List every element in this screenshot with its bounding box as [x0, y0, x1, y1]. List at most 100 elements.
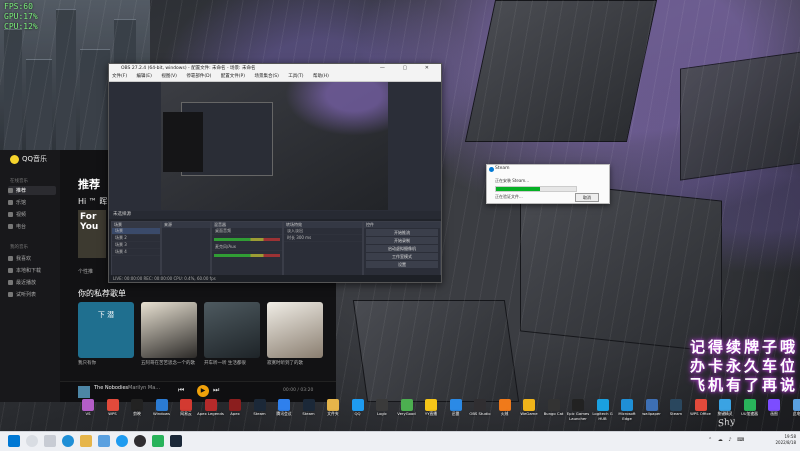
playlist-card[interactable]: [267, 302, 323, 358]
scene-item[interactable]: 场景 3: [112, 242, 160, 249]
scene-item[interactable]: 场景 2: [112, 235, 160, 242]
taskview-icon[interactable]: [44, 435, 56, 447]
steam-icon: [489, 167, 494, 172]
taskbar: ⌃ ☁ ♪ ⌨ 19:58 2022/8/18: [0, 431, 800, 451]
start-recording-button[interactable]: 开始录制: [366, 237, 438, 244]
play-button[interactable]: ▶: [197, 385, 209, 397]
app-icon: [744, 399, 756, 411]
menu-view[interactable]: 视图(V): [161, 74, 177, 79]
for-you-card[interactable]: For You: [78, 210, 106, 258]
playlist-card[interactable]: [204, 302, 260, 358]
obs-preview[interactable]: [161, 82, 388, 210]
scene-item[interactable]: 场景: [112, 228, 160, 235]
playlist-caption: 开车听一听 生活都很: [204, 361, 266, 367]
artist-name[interactable]: Marilyn Ma...: [128, 385, 160, 391]
menu-edit[interactable]: 编辑(E): [137, 74, 152, 79]
sources-dock: 来源: [161, 221, 211, 279]
explorer-icon[interactable]: [80, 435, 92, 447]
qq-icon[interactable]: [116, 435, 128, 447]
app-icon: [131, 399, 143, 411]
audio-meter[interactable]: [214, 254, 280, 257]
virtual-camera-button[interactable]: 启动虚拟摄像机: [366, 245, 438, 252]
transition-select[interactable]: 淡入淡出: [284, 228, 362, 235]
obs-icon[interactable]: [134, 435, 146, 447]
video-icon: [8, 212, 13, 217]
menu-tools[interactable]: 工具(T): [288, 74, 303, 79]
sidebar-item-local[interactable]: 本地和下载: [8, 266, 56, 275]
mixer-channel: 桌面音频: [212, 228, 282, 235]
edge-icon[interactable]: [62, 435, 74, 447]
prev-icon[interactable]: ⏮: [178, 386, 186, 395]
song-title[interactable]: The Nobodies: [94, 385, 128, 391]
scene-item[interactable]: 场景 4: [112, 249, 160, 256]
app-icon: [401, 399, 413, 411]
app-icon: [768, 399, 780, 411]
desktop-icon-label: OBS Studio: [469, 411, 490, 416]
install-dialog[interactable]: Steam 正在安装 Steam... 正在验证文件... 取消: [486, 164, 610, 204]
cancel-button[interactable]: 取消: [575, 193, 599, 202]
window-controls[interactable]: — ▢ ✕: [380, 64, 437, 73]
app-icon: [499, 399, 511, 411]
desktop-icon-label: Bungo Cat: [544, 411, 564, 416]
next-icon[interactable]: ⏭: [213, 386, 221, 395]
app-icon: [719, 399, 731, 411]
desktop-icon[interactable]: 此电脑: [785, 399, 800, 417]
app-icon: [303, 399, 315, 411]
obs-title-bar: OBS 27.2.4 (64-bit, windows) - 配置文件: 未命名…: [109, 64, 441, 73]
app-icon: [548, 399, 560, 411]
transitions-dock: 转场特效 淡入淡出 时长 300 ms: [283, 221, 363, 279]
obs-window[interactable]: OBS 27.2.4 (64-bit, windows) - 配置文件: 未命名…: [108, 63, 442, 283]
radio-icon: [8, 224, 13, 229]
install-progress-bar: [495, 186, 577, 192]
sidebar-item-trial[interactable]: 试听列表: [8, 290, 56, 299]
qq-section-label: 在线音乐: [10, 178, 28, 184]
desktop-icon-label: WPS Office: [690, 411, 711, 416]
desktop-icon-label: Apex: [230, 411, 240, 416]
menu-scene-collection[interactable]: 场景集合(S): [254, 74, 278, 79]
playlist-card[interactable]: [141, 302, 197, 358]
clock[interactable]: 19:58 2022/8/18: [775, 434, 796, 446]
album-cover[interactable]: [78, 386, 90, 398]
sidebar-item-video[interactable]: 视频: [8, 210, 56, 219]
audio-meter[interactable]: [214, 238, 280, 241]
windows-icon[interactable]: [8, 435, 20, 447]
search-icon[interactable]: [26, 435, 38, 447]
mixer-channel: 麦克风/Aux: [212, 244, 282, 251]
sidebar-item-favorites[interactable]: 我喜欢: [8, 254, 56, 263]
steam-icon[interactable]: [170, 435, 182, 447]
store-icon[interactable]: [98, 435, 110, 447]
dialog-status-text: 正在安装 Steam...: [495, 178, 529, 184]
studio-mode-button[interactable]: 工作室模式: [366, 253, 438, 260]
desktop-icon-label: Steam: [670, 411, 682, 416]
playlist-card[interactable]: 下 潜: [78, 302, 134, 358]
obs-status-bar: LIVE: 00:00:00 REC: 00:00:00 CPU: 0.4%, …: [109, 275, 441, 282]
sidebar-item-radio[interactable]: 电台: [8, 222, 56, 231]
system-tray-icons[interactable]: ⌃ ☁ ♪ ⌨: [708, 437, 746, 443]
page-title: 推荐: [78, 176, 100, 192]
desktop-icon-label: YY直播: [425, 411, 437, 416]
desktop-icon-label: UU加速器: [741, 411, 758, 416]
sidebar-item-library[interactable]: 乐馆: [8, 198, 56, 207]
source-toolbar: 未选择源: [109, 211, 441, 219]
desktop-icon-label: 按键精灵: [717, 411, 732, 416]
controls-dock: 控件 开始推流 开始录制 启动虚拟摄像机 工作室模式 设置: [363, 221, 441, 279]
app-icon: [695, 399, 707, 411]
mixer-dock: 混音器 桌面音频 麦克风/Aux: [211, 221, 283, 279]
sidebar-item-recent[interactable]: 最近播放: [8, 278, 56, 287]
recommend-tip: 个性推: [78, 268, 93, 275]
sidebar-item-recommend[interactable]: 推荐: [8, 186, 56, 195]
menu-profile[interactable]: 配置文件(P): [221, 74, 245, 79]
wechat-icon[interactable]: [152, 435, 164, 447]
playlist-heading: 你的私荐歌单: [78, 288, 126, 299]
desktop-icon-label: 迅雷: [452, 411, 460, 416]
transition-duration[interactable]: 时长 300 ms: [284, 235, 362, 242]
menu-file[interactable]: 文件(F): [112, 74, 127, 79]
menu-docks[interactable]: 停靠部件(D): [186, 74, 211, 79]
start-streaming-button[interactable]: 开始推流: [366, 229, 438, 236]
desktop-icon-label: 剪映: [133, 411, 141, 416]
desktop-icon-label: 此电脑: [793, 411, 800, 416]
app-icon: [254, 399, 266, 411]
settings-button[interactable]: 设置: [366, 261, 438, 268]
obs-menu-bar: 文件(F) 编辑(E) 视图(V) 停靠部件(D) 配置文件(P) 场景集合(S…: [109, 73, 441, 82]
menu-help[interactable]: 帮助(H): [313, 74, 329, 79]
